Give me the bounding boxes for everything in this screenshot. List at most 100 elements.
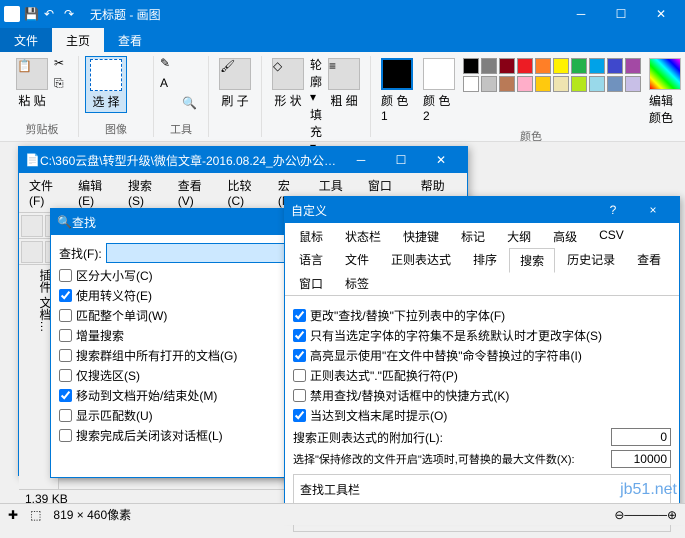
color-swatch[interactable] [481, 58, 497, 74]
color-swatch[interactable] [589, 76, 605, 92]
find-checkbox[interactable] [59, 289, 72, 302]
menu-item[interactable]: 搜索(S) [122, 175, 170, 210]
select-button[interactable]: 选 择 [85, 56, 127, 113]
color-swatch[interactable] [517, 76, 533, 92]
redo-icon[interactable]: ↷ [64, 7, 78, 21]
outline-menu[interactable]: 轮廓 ▾ [310, 56, 322, 104]
customize-tab[interactable]: 高级 [543, 225, 587, 248]
find-checkbox[interactable] [59, 369, 72, 382]
cut-icon[interactable]: ✂ [54, 56, 72, 74]
customize-tab[interactable]: 快捷键 [393, 225, 449, 248]
color-swatch[interactable] [625, 58, 641, 74]
edit-colors-button[interactable]: 编辑 颜色 [645, 56, 685, 128]
color-swatch[interactable] [553, 58, 569, 74]
option-checkbox[interactable] [293, 409, 306, 422]
customize-tab[interactable]: 标签 [335, 272, 379, 295]
customize-tab[interactable]: 搜索 [509, 248, 555, 273]
customize-close[interactable]: × [633, 203, 673, 217]
crop-icon[interactable] [129, 56, 147, 74]
color1-button[interactable]: 颜 色 1 [377, 56, 417, 125]
close-button[interactable]: ✕ [641, 0, 681, 28]
color-swatch[interactable] [481, 76, 497, 92]
editor-close[interactable]: ✕ [421, 153, 461, 167]
undo-icon[interactable]: ↶ [44, 7, 58, 21]
color-swatch[interactable] [607, 58, 623, 74]
find-checkbox[interactable] [59, 309, 72, 322]
customize-tab[interactable]: 语言 [289, 248, 333, 272]
option-checkbox[interactable] [293, 389, 306, 402]
color2-button[interactable]: 颜 色 2 [419, 56, 459, 125]
color-swatch[interactable] [517, 58, 533, 74]
resize-icon[interactable] [129, 76, 147, 94]
ribbon-tabs: 文件 主页 查看 [0, 28, 685, 52]
customize-tab[interactable]: 大纲 [497, 225, 541, 248]
tab-home[interactable]: 主页 [52, 28, 104, 52]
fill-icon[interactable] [182, 56, 200, 74]
picker-icon[interactable] [160, 96, 178, 114]
color-palette[interactable] [461, 56, 643, 94]
option-checkbox[interactable] [293, 329, 306, 342]
customize-help[interactable]: ? [593, 203, 633, 217]
color-swatch[interactable] [535, 58, 551, 74]
color-swatch[interactable] [553, 76, 569, 92]
eraser-icon[interactable] [182, 76, 200, 94]
copy-icon[interactable]: ⎘ [54, 76, 72, 94]
customize-tab[interactable]: 文件 [335, 248, 379, 272]
option-checkbox[interactable] [293, 369, 306, 382]
text-icon[interactable]: A [160, 76, 178, 94]
toolbar-button[interactable] [21, 215, 43, 237]
color-swatch[interactable] [463, 58, 479, 74]
menu-item[interactable]: 编辑(E) [72, 175, 120, 210]
customize-tab[interactable]: CSV [589, 225, 634, 248]
maximize-button[interactable]: ☐ [601, 0, 641, 28]
find-checkbox[interactable] [59, 409, 72, 422]
customize-tab[interactable]: 排序 [463, 248, 507, 272]
brush-button[interactable]: 🖌刷 子 [215, 56, 255, 111]
customize-title: 自定义 [291, 202, 327, 219]
zoom-icon[interactable]: 🔍 [182, 96, 200, 114]
option-checkbox[interactable] [293, 349, 306, 362]
find-checkbox[interactable] [59, 389, 72, 402]
option-checkbox[interactable] [293, 309, 306, 322]
customize-tab[interactable]: 状态栏 [335, 225, 391, 248]
color-swatch[interactable] [571, 76, 587, 92]
editor-min[interactable]: ─ [341, 153, 381, 167]
watermark: jb51.net [620, 481, 677, 499]
find-checkbox[interactable] [59, 329, 72, 342]
zoom-slider[interactable]: ⊖─────⊕ [614, 508, 677, 522]
color-swatch[interactable] [589, 58, 605, 74]
find-checkbox[interactable] [59, 429, 72, 442]
menu-item[interactable]: 查看(V) [172, 175, 220, 210]
color-swatch[interactable] [535, 76, 551, 92]
save-icon[interactable]: 💾 [24, 7, 38, 21]
tab-view[interactable]: 查看 [104, 28, 156, 52]
color-swatch[interactable] [463, 76, 479, 92]
customize-tab[interactable]: 查看 [627, 248, 671, 272]
minimize-button[interactable]: ─ [561, 0, 601, 28]
customize-tab[interactable]: 窗口 [289, 272, 333, 295]
rotate-icon[interactable] [129, 96, 147, 114]
color-swatch[interactable] [499, 58, 515, 74]
max-input[interactable] [611, 450, 671, 468]
find-checkbox[interactable] [59, 349, 72, 362]
canvas-size: 819 × 460像素 [53, 506, 131, 523]
color-swatch[interactable] [499, 76, 515, 92]
customize-tab[interactable]: 标记 [451, 225, 495, 248]
customize-tab[interactable]: 正则表达式 [381, 248, 461, 272]
color-swatch[interactable] [571, 58, 587, 74]
menu-item[interactable]: 文件(F) [23, 175, 70, 210]
width-button[interactable]: ≡粗 细 [324, 56, 364, 111]
find-checkbox[interactable] [59, 269, 72, 282]
paste-button[interactable]: 📋粘 贴 [12, 56, 52, 111]
line-input[interactable] [611, 428, 671, 446]
shape-button[interactable]: ◇形 状 [268, 56, 308, 111]
pencil-icon[interactable]: ✎ [160, 56, 178, 74]
toolbar-button[interactable] [21, 241, 43, 263]
tab-file[interactable]: 文件 [0, 28, 52, 52]
customize-tab[interactable]: 历史记录 [557, 248, 625, 272]
color-swatch[interactable] [625, 76, 641, 92]
color-swatch[interactable] [607, 76, 623, 92]
editor-max[interactable]: ☐ [381, 153, 421, 167]
menu-item[interactable]: 比较(C) [222, 175, 270, 210]
customize-tab[interactable]: 鼠标 [289, 225, 333, 248]
